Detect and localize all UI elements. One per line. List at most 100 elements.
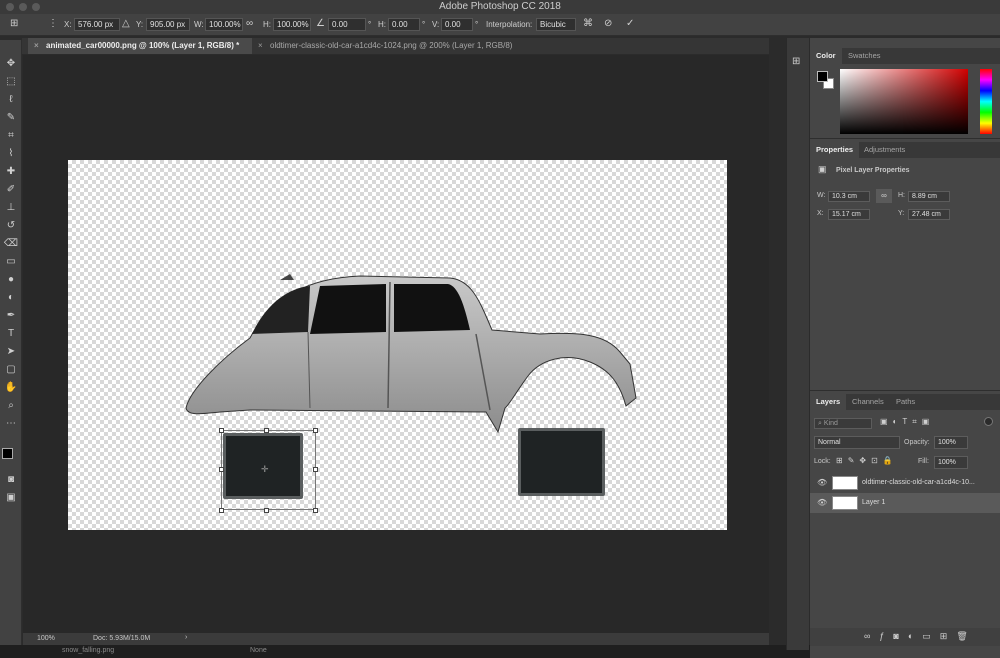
rotate-icon: ∠	[316, 18, 325, 29]
status-bar: 100% Doc: 5.93M/15.0M ›	[23, 633, 769, 645]
vskew-field[interactable]: 0.00	[441, 18, 473, 31]
tab-channels[interactable]: Channels	[846, 394, 890, 410]
eraser-tool-icon[interactable]: ⌫	[3, 236, 19, 252]
quick-mask-icon[interactable]: ◙	[3, 472, 19, 488]
link-dimensions-icon[interactable]: ∞	[876, 189, 892, 203]
handle-top-right[interactable]	[313, 428, 318, 433]
tab-paths[interactable]: Paths	[890, 394, 921, 410]
prop-height-field[interactable]: 8.89 cm	[908, 191, 950, 202]
brush-tool-icon[interactable]: ✐	[3, 182, 19, 198]
opacity-label: Opacity:	[904, 439, 930, 446]
fill-field[interactable]: 100%	[934, 456, 968, 469]
layer-row[interactable]: 👁 Layer 1	[810, 493, 1000, 513]
visibility-eye-icon[interactable]: 👁	[817, 473, 827, 493]
marquee-tool-icon[interactable]: ⬚	[3, 74, 19, 90]
gradient-tool-icon[interactable]: ▭	[3, 254, 19, 270]
prop-w-label: W:	[817, 192, 826, 199]
filter-toggle[interactable]	[984, 417, 993, 426]
blend-mode-select[interactable]: Normal	[814, 436, 900, 449]
properties-panel-tabs: Properties Adjustments	[810, 142, 1000, 158]
quick-select-tool-icon[interactable]: ✎	[3, 110, 19, 126]
degree-label: °	[368, 20, 372, 29]
bottom-strip-item: snow_falling.png	[62, 647, 115, 654]
pen-tool-icon[interactable]: ✒	[3, 308, 19, 324]
car-image[interactable]	[180, 272, 640, 437]
layer-filter-icons[interactable]: ▣◐T⌗▣	[880, 417, 934, 427]
eyedropper-tool-icon[interactable]: ⌇	[3, 146, 19, 162]
link-icon[interactable]: ∞	[246, 18, 253, 29]
x-label: X:	[64, 20, 72, 29]
history-panel-icon[interactable]: ⊞	[792, 56, 800, 67]
color-field[interactable]	[840, 69, 968, 134]
y-label: Y:	[136, 20, 144, 29]
hue-slider[interactable]	[980, 69, 992, 134]
lasso-tool-icon[interactable]: ℓ	[3, 92, 19, 108]
tab-adjustments[interactable]: Adjustments	[858, 142, 911, 158]
screen-mode-icon[interactable]: ▣	[3, 490, 19, 506]
foreground-color-swatch[interactable]	[2, 448, 13, 459]
close-tab-icon[interactable]: ×	[34, 38, 39, 54]
handle-top[interactable]	[264, 428, 269, 433]
commit-transform-icon[interactable]: ✓	[626, 18, 634, 29]
prop-y-field[interactable]: 27.48 cm	[908, 209, 950, 220]
dodge-tool-icon[interactable]: ◐	[3, 290, 19, 306]
y-position-field[interactable]: 905.00 px	[146, 18, 190, 31]
zoom-level[interactable]: 100%	[37, 635, 55, 642]
path-select-tool-icon[interactable]: ➤	[3, 344, 19, 360]
doc-size[interactable]: Doc: 5.93M/15.0M	[93, 635, 150, 642]
h-label: H:	[263, 20, 271, 29]
transform-tool-icon[interactable]: ⊞	[10, 18, 18, 29]
x-position-field[interactable]: 576.00 px	[74, 18, 120, 31]
handle-right[interactable]	[313, 467, 318, 472]
warp-icon[interactable]: ⌘	[583, 18, 593, 29]
hskew-field[interactable]: 0.00	[388, 18, 420, 31]
fg-color-chip[interactable]	[817, 71, 828, 82]
dark-panel[interactable]	[518, 428, 605, 496]
document-canvas[interactable]: ✛	[68, 160, 727, 530]
layers-panel-tabs: Layers Channels Paths	[810, 394, 1000, 410]
color-panel-tabs: Color Swatches	[810, 48, 1000, 64]
visibility-eye-icon[interactable]: 👁	[817, 493, 827, 513]
tab-properties[interactable]: Properties	[810, 142, 860, 158]
zoom-tool-icon[interactable]: ⌕	[3, 398, 19, 414]
shape-tool-icon[interactable]: ▢	[3, 362, 19, 378]
transform-center-icon[interactable]: ✛	[261, 464, 269, 475]
handle-left[interactable]	[219, 467, 224, 472]
tab-animated-car[interactable]: × animated_car00000.png @ 100% (Layer 1,…	[28, 38, 252, 54]
cancel-transform-icon[interactable]: ⊘	[604, 18, 612, 29]
tab-layers[interactable]: Layers	[810, 394, 847, 410]
more-tools-icon[interactable]: ⋯	[3, 416, 19, 432]
crop-tool-icon[interactable]: ⌗	[3, 128, 19, 144]
tab-color[interactable]: Color	[810, 48, 842, 64]
width-field[interactable]: 100.00%	[205, 18, 243, 31]
move-tool-icon[interactable]: ✥	[3, 56, 19, 72]
close-tab-icon[interactable]: ×	[258, 38, 263, 54]
hand-tool-icon[interactable]: ✋	[3, 380, 19, 396]
layer-row[interactable]: 👁 oldtimer-classic-old-car-a1cd4c-10...	[810, 473, 1000, 493]
delta-icon[interactable]: △	[122, 18, 130, 29]
history-brush-tool-icon[interactable]: ↺	[3, 218, 19, 234]
reference-point-icon[interactable]: ⋮	[48, 18, 58, 29]
height-field[interactable]: 100.00%	[273, 18, 311, 31]
interpolation-select[interactable]: Bicubic	[536, 18, 576, 31]
prop-width-field[interactable]: 10.3 cm	[828, 191, 870, 202]
tab-oldtimer[interactable]: × oldtimer-classic-old-car-a1cd4c-1024.p…	[252, 38, 542, 54]
stamp-tool-icon[interactable]: ⊥	[3, 200, 19, 216]
type-tool-icon[interactable]: T	[3, 326, 19, 342]
layer-action-icons[interactable]: ∞ƒ◙◐▭⊞🗑	[864, 631, 977, 642]
healing-tool-icon[interactable]: ✚	[3, 164, 19, 180]
handle-bottom[interactable]	[264, 508, 269, 513]
opacity-field[interactable]: 100%	[934, 436, 968, 449]
handle-bottom-right[interactable]	[313, 508, 318, 513]
status-chevron-icon[interactable]: ›	[185, 634, 187, 641]
lock-icons[interactable]: ⊞✎✥⊡🔒	[836, 456, 898, 465]
tab-swatches[interactable]: Swatches	[842, 48, 887, 64]
layer-thumbnail	[832, 496, 858, 510]
rotate-field[interactable]: 0.00	[328, 18, 366, 31]
layer-filter-kind[interactable]: ⌕ Kind	[814, 418, 872, 429]
prop-x-field[interactable]: 15.17 cm	[828, 209, 870, 220]
blur-tool-icon[interactable]: ●	[3, 272, 19, 288]
handle-top-left[interactable]	[219, 428, 224, 433]
layer-name: Layer 1	[862, 499, 886, 506]
handle-bottom-left[interactable]	[219, 508, 224, 513]
